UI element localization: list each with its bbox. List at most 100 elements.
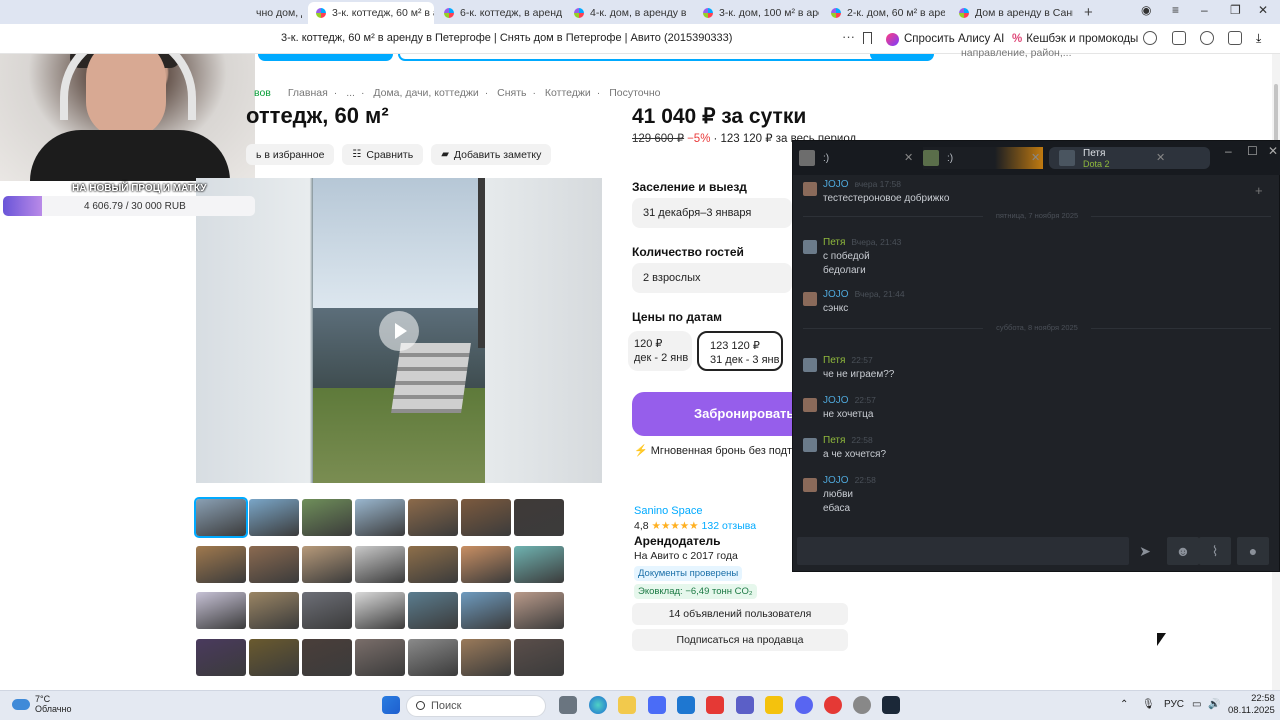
- emoji-icon[interactable]: ☻: [1167, 537, 1199, 565]
- seller-listings-button[interactable]: 14 объявлений пользователя: [632, 603, 848, 625]
- search-input[interactable]: [398, 54, 933, 61]
- minimize-icon[interactable]: –: [1201, 3, 1208, 17]
- add-note-button[interactable]: ▰ Добавить заметку: [431, 144, 552, 165]
- close-chat-tab-icon[interactable]: ✕: [904, 151, 913, 164]
- photo-thumbnail[interactable]: [514, 638, 564, 676]
- avatar[interactable]: [803, 358, 817, 372]
- outlook-icon[interactable]: [677, 696, 695, 714]
- weather-widget[interactable]: 7°C Облачно: [12, 694, 71, 714]
- photo-thumbnail[interactable]: [408, 499, 458, 536]
- checkin-field[interactable]: 31 декабря–3 января: [632, 198, 792, 228]
- photo-thumbnail[interactable]: [461, 545, 511, 583]
- edge-icon[interactable]: [589, 696, 607, 714]
- photo-thumbnail[interactable]: [249, 592, 299, 629]
- browser-tab[interactable]: Дом в аренду в Санкт-П: [959, 2, 1073, 24]
- obs-icon[interactable]: [853, 696, 871, 714]
- browser-tab[interactable]: 2-к. дом, 60 м² в аренду: [831, 2, 945, 24]
- photo-thumbnail[interactable]: [408, 592, 458, 629]
- cashback-button[interactable]: % Кешбэк и промокоды: [1012, 29, 1138, 49]
- message-author[interactable]: JOJO Вчера, 21:44: [823, 289, 905, 300]
- photo-thumbnail[interactable]: [514, 545, 564, 583]
- app-icon[interactable]: [765, 696, 783, 714]
- message-author[interactable]: JOJO вчера 17:58: [823, 179, 901, 190]
- chat-tab-active[interactable]: Петя Dota 2: [1049, 147, 1210, 169]
- book-button[interactable]: Забронировать: [632, 392, 792, 436]
- close-icon[interactable]: ✕: [1268, 144, 1278, 158]
- breadcrumb-item[interactable]: Коттеджи: [545, 87, 591, 99]
- avatar[interactable]: [803, 292, 817, 306]
- breadcrumb-item[interactable]: Посуточно: [609, 87, 660, 99]
- photo-thumbnail[interactable]: [461, 638, 511, 676]
- avatar[interactable]: [803, 438, 817, 452]
- steam-icon[interactable]: [882, 696, 900, 714]
- network-icon[interactable]: ▭: [1192, 699, 1201, 710]
- message-author[interactable]: Петя 22:57: [823, 355, 873, 366]
- price-date-chip[interactable]: 120 ₽ дек - 2 янв: [628, 331, 692, 371]
- message-author[interactable]: JOJO 22:58: [823, 475, 876, 486]
- store-icon[interactable]: [648, 696, 666, 714]
- message-author[interactable]: Петя 22:58: [823, 435, 873, 446]
- seller-name[interactable]: Sanino Space: [634, 505, 757, 517]
- voice-icon[interactable]: ●: [1237, 537, 1269, 565]
- photo-thumbnail[interactable]: [249, 545, 299, 583]
- breadcrumb-item[interactable]: Дома, дачи, коттеджи: [373, 87, 478, 99]
- browser-tab-active[interactable]: 3-к. коттедж, 60 м² в а✕: [308, 2, 434, 24]
- photo-thumbnail[interactable]: [302, 592, 352, 629]
- photo-thumbnail[interactable]: [196, 638, 246, 676]
- attach-icon[interactable]: ⌇: [1199, 537, 1231, 565]
- clock[interactable]: 22:58 08.11.2025: [1228, 693, 1275, 717]
- price-date-chip-selected[interactable]: 123 120 ₽31 дек - 3 янв: [697, 331, 783, 371]
- chat-tab[interactable]: :): [799, 147, 917, 169]
- new-tab-icon[interactable]: +: [1084, 4, 1093, 21]
- volume-icon[interactable]: 🔊: [1208, 699, 1220, 710]
- close-chat-tab-icon[interactable]: ✕: [1031, 151, 1040, 164]
- close-window-icon[interactable]: ✕: [1258, 3, 1268, 17]
- photo-thumbnail[interactable]: [249, 499, 299, 536]
- photo-thumbnail[interactable]: [302, 499, 352, 536]
- explorer-icon[interactable]: [618, 696, 636, 714]
- breadcrumb-item[interactable]: Главная: [288, 87, 328, 99]
- reviews-link[interactable]: 132 отзыва: [702, 520, 757, 532]
- message-author[interactable]: Петя Вчера, 21:43: [823, 237, 901, 248]
- ask-alice-button[interactable]: Спросить Алису AI: [886, 29, 1004, 49]
- photo-thumbnail[interactable]: [302, 545, 352, 583]
- avatar[interactable]: [803, 478, 817, 492]
- photo-thumbnail[interactable]: [408, 545, 458, 583]
- favorite-button[interactable]: ь в избранное: [246, 144, 335, 165]
- photo-thumbnail[interactable]: [355, 545, 405, 583]
- globe-icon[interactable]: [1143, 31, 1157, 45]
- minimize-icon[interactable]: –: [1225, 144, 1232, 158]
- menu-icon[interactable]: ≡: [1172, 3, 1179, 17]
- guests-field[interactable]: 2 взрослых: [632, 263, 792, 293]
- extensions-icon[interactable]: [1172, 31, 1186, 45]
- start-icon[interactable]: [382, 696, 400, 714]
- media-icon[interactable]: [1200, 31, 1214, 45]
- photo-thumbnail[interactable]: [514, 592, 564, 629]
- restore-icon[interactable]: ❐: [1230, 3, 1241, 17]
- listing-photo[interactable]: [196, 178, 602, 483]
- avatar[interactable]: [803, 240, 817, 254]
- photo-thumbnail[interactable]: [194, 497, 248, 538]
- send-icon[interactable]: ➤: [1129, 537, 1161, 565]
- task-view-icon[interactable]: [559, 696, 577, 714]
- chat-input[interactable]: [797, 537, 1129, 565]
- collections-icon[interactable]: [1228, 31, 1242, 45]
- photo-thumbnail[interactable]: [355, 592, 405, 629]
- mic-icon[interactable]: 🎙: [1142, 699, 1155, 710]
- taskbar-search[interactable]: Поиск: [406, 695, 546, 717]
- subscribe-seller-button[interactable]: Подписаться на продавца: [632, 629, 848, 651]
- bookmark-icon[interactable]: [863, 32, 872, 44]
- photo-thumbnail[interactable]: [461, 592, 511, 629]
- location-hint[interactable]: направление, район,...: [961, 47, 1072, 59]
- breadcrumb-item[interactable]: Снять: [497, 87, 526, 99]
- breadcrumb-item[interactable]: ...: [346, 87, 355, 99]
- photo-thumbnail[interactable]: [302, 638, 352, 676]
- avatar[interactable]: [803, 398, 817, 412]
- yandex-browser-icon[interactable]: [824, 696, 842, 714]
- chat-tab[interactable]: :): [923, 147, 1043, 169]
- photo-thumbnail[interactable]: [355, 638, 405, 676]
- photo-thumbnail[interactable]: [196, 592, 246, 629]
- breadcrumb-back[interactable]: вов: [254, 87, 271, 99]
- play-icon[interactable]: [379, 311, 419, 351]
- browser-tab[interactable]: 3-к. дом, 100 м² в аренд: [703, 2, 819, 24]
